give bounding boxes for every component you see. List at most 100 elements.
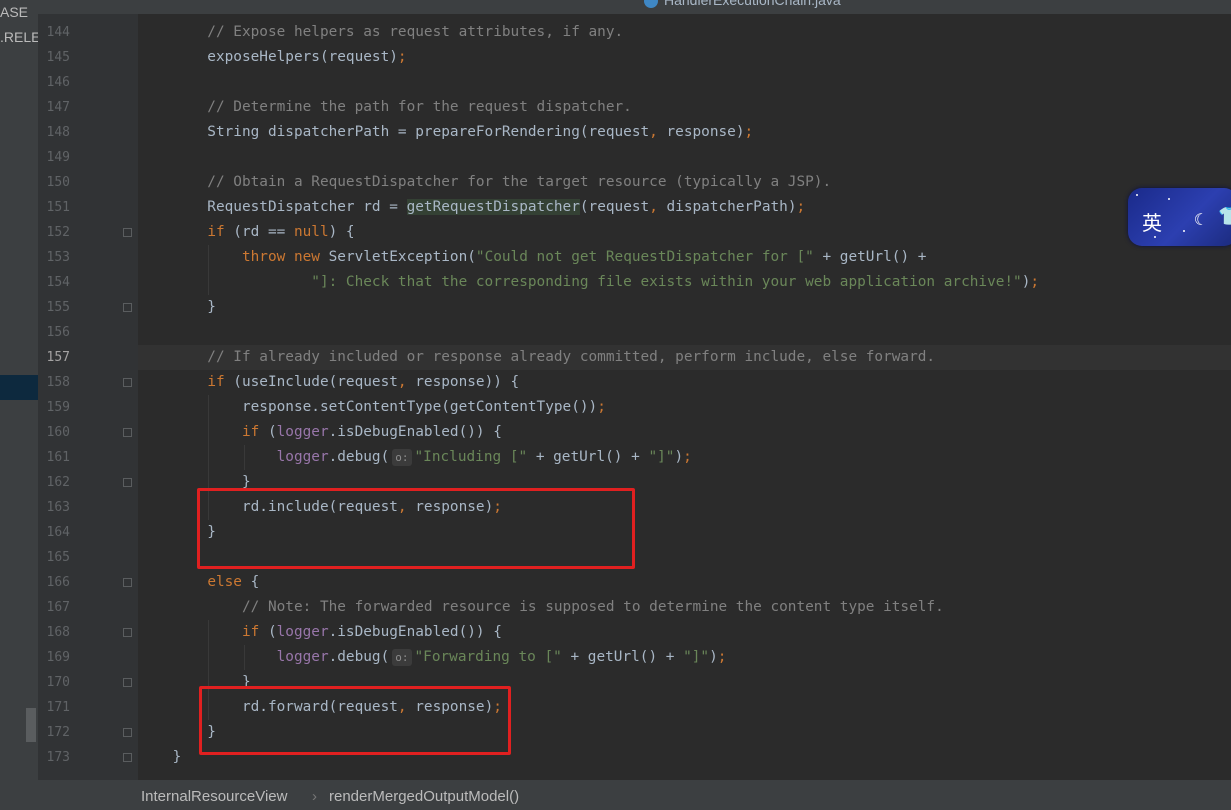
fold-marker-icon[interactable] [123, 378, 132, 387]
line-number: 166 [46, 575, 70, 590]
moon-icon[interactable]: ☾ [1194, 210, 1204, 229]
line-number: 170 [46, 675, 70, 690]
parameter-hint: o: [392, 648, 412, 666]
line-number: 144 [46, 25, 70, 40]
tab-title: HandlerExecutionChain.java [664, 0, 841, 8]
code-line[interactable]: 171 rd.forward(request, response); [0, 695, 1193, 720]
code-line[interactable]: 147 // Determine the path for the reques… [0, 95, 1193, 120]
annotation-box-include [197, 488, 635, 569]
line-number: 154 [46, 275, 70, 290]
line-number: 146 [46, 75, 70, 90]
code-line[interactable]: 172 } [0, 720, 1193, 745]
code-line[interactable]: 155 } [0, 295, 1193, 320]
annotation-box-forward [199, 686, 511, 755]
line-number: 157 [46, 350, 70, 365]
code-line[interactable]: 169 logger.debug(o: "Forwarding to [" + g… [0, 645, 1193, 670]
ime-language-toggle[interactable]: 英 [1142, 207, 1162, 236]
line-number: 161 [46, 450, 70, 465]
code-line[interactable]: 145 exposeHelpers(request); [0, 45, 1193, 70]
line-number: 168 [46, 625, 70, 640]
code-text[interactable]: logger.debug(o: "Forwarding to [" + getUr… [138, 645, 726, 670]
code-text[interactable]: } [138, 295, 216, 320]
code-text[interactable]: // Note: The forwarded resource is suppo… [138, 595, 944, 620]
fold-marker-icon[interactable] [123, 628, 132, 637]
line-number: 171 [46, 700, 70, 715]
code-text[interactable]: } [138, 745, 182, 770]
code-line[interactable]: 146 [0, 70, 1193, 95]
editor-tab[interactable]: HandlerExecutionChain.java [644, 0, 841, 9]
code-text[interactable]: // Expose helpers as request attributes,… [138, 20, 623, 45]
line-number: 147 [46, 100, 70, 115]
code-line[interactable]: 159 response.setContentType(getContentTy… [0, 395, 1193, 420]
code-line[interactable]: 152 if (rd == null) { [0, 220, 1193, 245]
code-text[interactable]: if (logger.isDebugEnabled()) { [138, 620, 502, 645]
line-number: 152 [46, 225, 70, 240]
code-text[interactable]: exposeHelpers(request); [138, 45, 406, 70]
line-number: 156 [46, 325, 70, 340]
fold-marker-icon[interactable] [123, 303, 132, 312]
line-number: 172 [46, 725, 70, 740]
line-number: 153 [46, 250, 70, 265]
skin-icon[interactable]: 👕 [1218, 206, 1231, 227]
code-line-current[interactable]: 157 // If already included or response a… [0, 345, 1193, 370]
line-number: 158 [46, 375, 70, 390]
fold-marker-icon[interactable] [123, 428, 132, 437]
line-number: 164 [46, 525, 70, 540]
project-tree-label[interactable]: ASE [0, 4, 28, 20]
editor-tab-bar: HandlerExecutionChain.java [38, 0, 1231, 14]
code-text[interactable]: if (logger.isDebugEnabled()) { [138, 420, 502, 445]
line-number: 159 [46, 400, 70, 415]
code-text[interactable]: String dispatcherPath = prepareForRender… [138, 120, 753, 145]
code-line[interactable]: 149 [0, 145, 1193, 170]
line-number: 163 [46, 500, 70, 515]
ime-toolbar[interactable]: 英 ☾ 👕 [1128, 188, 1231, 246]
code-line[interactable]: 148 String dispatcherPath = prepareForRe… [0, 120, 1193, 145]
line-number: 169 [46, 650, 70, 665]
breadcrumb: InternalResourceView › renderMergedOutpu… [38, 780, 1231, 810]
fold-marker-icon[interactable] [123, 228, 132, 237]
line-number: 173 [46, 750, 70, 765]
fold-marker-icon[interactable] [123, 678, 132, 687]
line-number: 155 [46, 300, 70, 315]
code-text[interactable]: throw new ServletException("Could not ge… [138, 245, 926, 270]
line-number: 165 [46, 550, 70, 565]
fold-marker-icon[interactable] [123, 728, 132, 737]
code-text[interactable]: if (rd == null) { [138, 220, 354, 245]
code-text[interactable]: logger.debug(o: "Including [" + getUrl() … [138, 445, 692, 470]
code-line[interactable]: 160 if (logger.isDebugEnabled()) { [0, 420, 1193, 445]
code-text[interactable]: if (useInclude(request, response)) { [138, 370, 519, 395]
code-line[interactable]: 158 if (useInclude(request, response)) { [0, 370, 1193, 395]
code-text[interactable]: // If already included or response alrea… [138, 345, 935, 370]
code-line[interactable]: 154 "]: Check that the corresponding fil… [0, 270, 1193, 295]
breadcrumb-class[interactable]: InternalResourceView [141, 788, 287, 805]
fold-marker-icon[interactable] [123, 578, 132, 587]
parameter-hint: o: [392, 448, 412, 466]
java-class-icon [644, 0, 658, 9]
code-line[interactable]: 166 else { [0, 570, 1193, 595]
line-number: 167 [46, 600, 70, 615]
code-line[interactable]: 167 // Note: The forwarded resource is s… [0, 595, 1193, 620]
code-text[interactable]: "]: Check that the corresponding file ex… [138, 270, 1039, 295]
code-line[interactable]: 144 // Expose helpers as request attribu… [0, 20, 1193, 45]
code-line[interactable]: 173 } [0, 745, 1193, 770]
line-number: 145 [46, 50, 70, 65]
code-line[interactable]: 150 // Obtain a RequestDispatcher for th… [0, 170, 1193, 195]
code-text[interactable]: RequestDispatcher rd = getRequestDispatc… [138, 195, 805, 220]
fold-marker-icon[interactable] [123, 478, 132, 487]
line-number: 162 [46, 475, 70, 490]
fold-marker-icon[interactable] [123, 753, 132, 762]
code-text[interactable]: response.setContentType(getContentType()… [138, 395, 606, 420]
code-line[interactable]: 161 logger.debug(o: "Including [" + getUr… [0, 445, 1193, 470]
breadcrumb-method[interactable]: renderMergedOutputModel() [329, 788, 519, 805]
code-line[interactable]: 170 } [0, 670, 1193, 695]
code-text[interactable]: // Determine the path for the request di… [138, 95, 632, 120]
code-line[interactable]: 151 RequestDispatcher rd = getRequestDis… [0, 195, 1193, 220]
code-line[interactable]: 168 if (logger.isDebugEnabled()) { [0, 620, 1193, 645]
line-number: 160 [46, 425, 70, 440]
code-line[interactable]: 153 throw new ServletException("Could no… [0, 245, 1193, 270]
code-text[interactable]: // Obtain a RequestDispatcher for the ta… [138, 170, 831, 195]
code-line[interactable]: 156 [0, 320, 1193, 345]
code-text[interactable]: else { [138, 570, 259, 595]
line-number: 150 [46, 175, 70, 190]
line-number: 149 [46, 150, 70, 165]
